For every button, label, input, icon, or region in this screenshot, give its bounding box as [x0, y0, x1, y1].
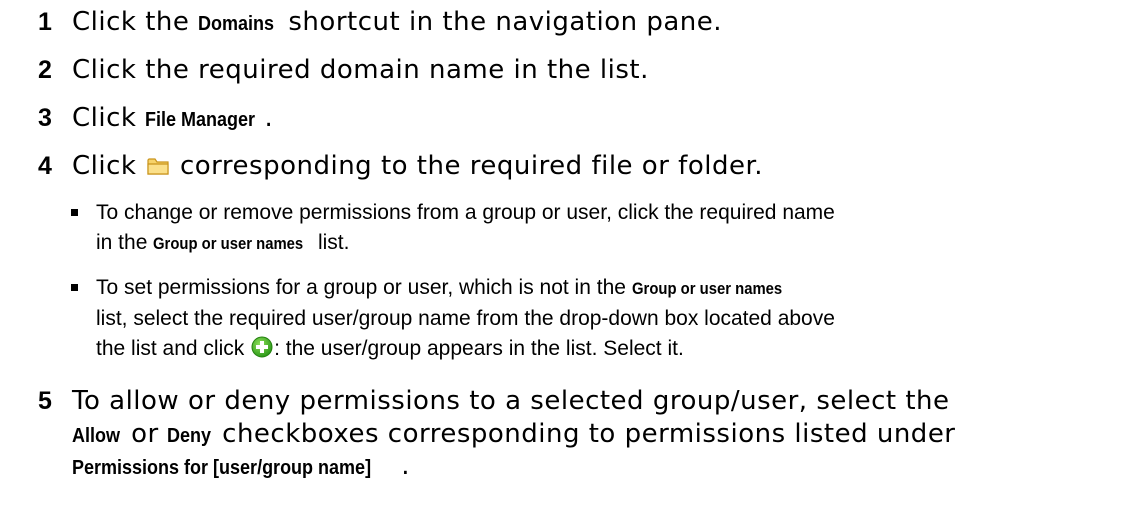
step-number: 5 — [38, 387, 53, 415]
ui-term-group-or-user-names: Group or user names — [631, 280, 782, 298]
step-text: Click — [72, 103, 146, 133]
step-text: To allow or deny permissions to a select… — [72, 386, 950, 416]
bullet-marker — [71, 209, 78, 216]
ui-term-deny: Deny — [167, 425, 212, 447]
step-5: 5 To allow or deny permissions to a selec… — [38, 384, 950, 418]
bullet-item-1: To change or remove permissions from a g… — [71, 198, 1116, 259]
step-text: shortcut in the navigation pane. — [279, 7, 723, 37]
step-number: 4 — [38, 152, 53, 180]
folder-icon — [147, 151, 169, 175]
step-text: . — [264, 103, 274, 133]
ui-term-permissions-for: Permissions for [user/group name] — [72, 457, 372, 479]
step-2: 2 Click the required domain name in the l… — [38, 53, 649, 87]
step-text: Click the — [72, 7, 199, 37]
step-text: corresponding to the required file or fo… — [171, 151, 764, 181]
step-4: 4 Click corresponding to the required fil… — [38, 149, 763, 183]
bullet-text-line: the list and click : the user/group appe… — [96, 336, 684, 360]
bullet-text-line: list, select the required user/group nam… — [96, 307, 835, 330]
step-text: Click the required domain name in the li… — [72, 55, 649, 85]
bullet-text-line: in the Group or user names list. — [96, 228, 1116, 259]
ui-term-file-manager: File Manager — [145, 109, 256, 131]
add-icon — [251, 336, 273, 358]
ui-term-domains: Domains — [198, 13, 275, 35]
bullet-text-line: To set permissions for a group or user, … — [96, 273, 1116, 304]
step-5-line-3: Permissions for [user/group name]. — [72, 451, 411, 481]
ui-term-allow: Allow — [72, 425, 121, 447]
step-number: 3 — [38, 104, 53, 132]
bullet-item-2: To set permissions for a group or user, … — [71, 273, 1116, 364]
step-text: Click — [72, 151, 146, 181]
step-number: 2 — [38, 56, 53, 84]
bullet-marker — [71, 284, 78, 291]
step-5-line-2: Allow or Deny checkboxes corresponding t… — [72, 419, 956, 449]
bullet-text-line: To change or remove permissions from a g… — [96, 201, 835, 224]
ui-term-group-or-user-names: Group or user names — [153, 235, 304, 253]
step-3: 3 Click File Manager. — [38, 101, 273, 137]
step-1: 1 Click the Domains shortcut in the navig… — [38, 5, 722, 41]
step-number: 1 — [38, 8, 53, 36]
